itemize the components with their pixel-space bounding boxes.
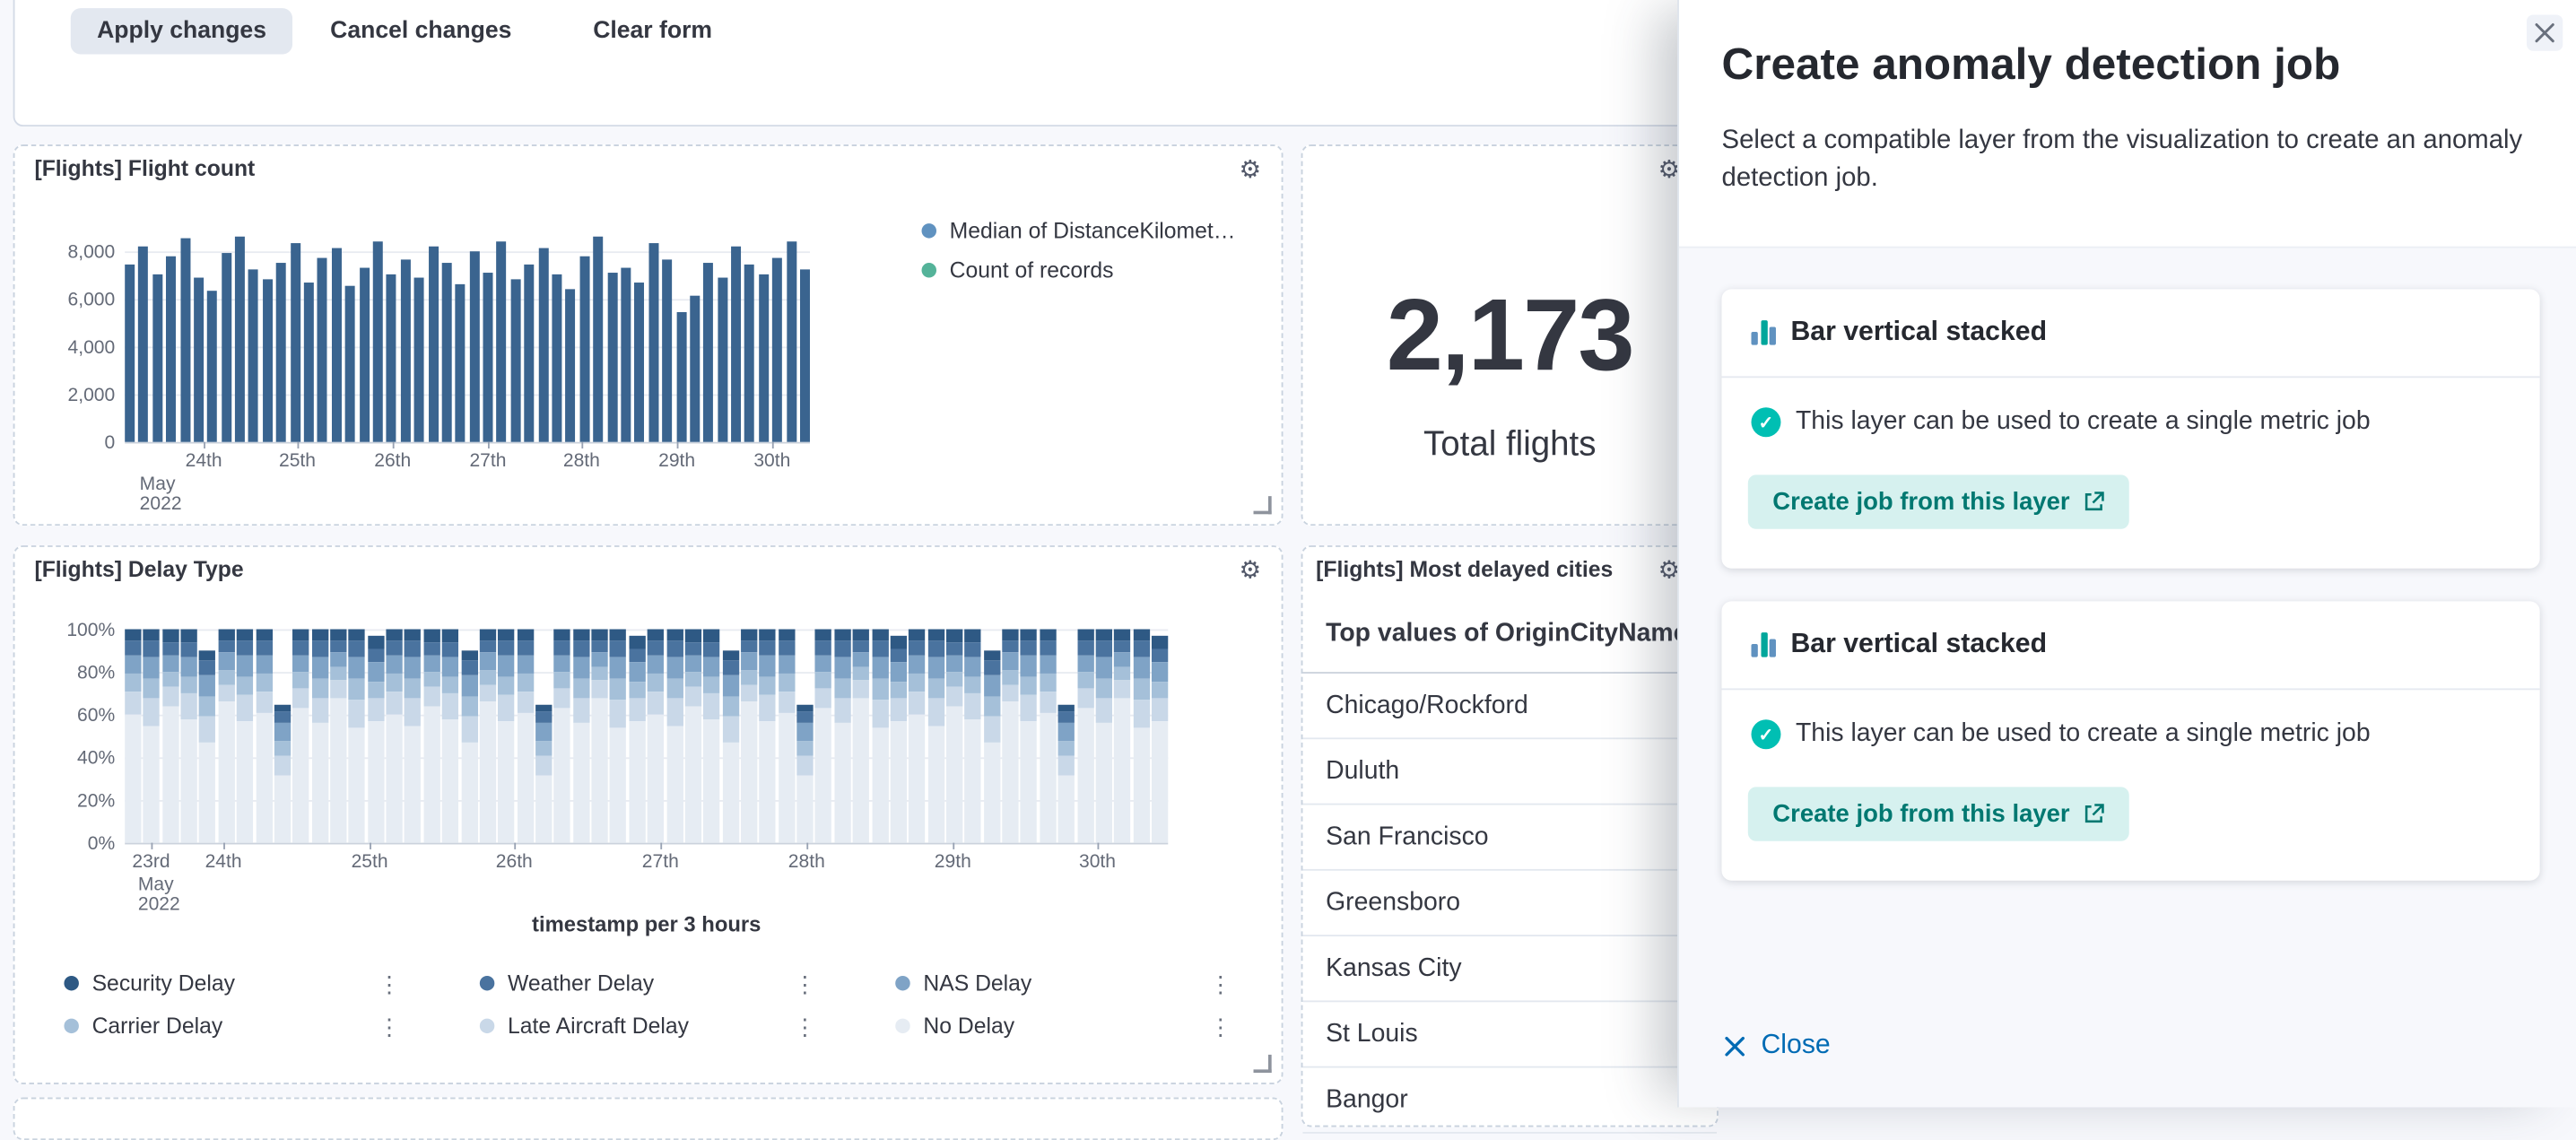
- legend-label: Weather Delay: [508, 970, 654, 995]
- external-link-icon: [2083, 492, 2104, 513]
- layer-compatibility-message: This layer can be used to create a singl…: [1796, 719, 2371, 749]
- legend-label: Security Delay: [92, 970, 235, 995]
- delay-type-plot[interactable]: [125, 630, 1168, 845]
- legend-label: NAS Delay: [923, 970, 1031, 995]
- flight-count-plot[interactable]: [125, 231, 810, 443]
- create-job-button[interactable]: Create job from this layer: [1748, 474, 2129, 528]
- table-row[interactable]: Duluth: [1302, 739, 1717, 805]
- legend-item[interactable]: Late Aircraft Delay ⋮: [480, 1014, 816, 1038]
- create-job-button[interactable]: Create job from this layer: [1748, 787, 2129, 840]
- kibana-dashboard: Apply changes Cancel changes Clear form …: [0, 0, 2576, 1107]
- total-flights-label: Total flights: [1302, 425, 1717, 465]
- layer-card: Bar vertical stacked ✓ This layer can be…: [1722, 289, 2540, 568]
- table-row[interactable]: Chicago/Rockford: [1302, 674, 1717, 739]
- table-column-header[interactable]: Top values of OriginCityName: [1326, 620, 1687, 649]
- total-flights-value: 2,173: [1302, 278, 1717, 395]
- layer-card: Bar vertical stacked ✓ This layer can be…: [1722, 601, 2540, 880]
- apply-changes-button[interactable]: Apply changes: [71, 8, 293, 54]
- legend-item[interactable]: Weather Delay ⋮: [480, 970, 816, 995]
- close-icon: [1723, 1034, 1746, 1057]
- panel-title[interactable]: [Flights] Most delayed cities: [1316, 557, 1613, 581]
- legend-label: No Delay: [923, 1014, 1014, 1038]
- delay-type-yaxis: 0%20%40%60%80%100%: [14, 630, 125, 843]
- legend-label: Count of records: [950, 258, 1114, 283]
- x-axis-start-date: May 2022: [140, 474, 182, 514]
- legend-label: Late Aircraft Delay: [508, 1014, 689, 1038]
- external-link-icon: [2083, 804, 2104, 825]
- x-axis-title: timestamp per 3 hours: [125, 912, 1168, 936]
- card-divider: [1722, 688, 2540, 690]
- panel-resize-handle[interactable]: [1254, 1055, 1272, 1073]
- flight-count-legend: Median of DistanceKilomet… Count of reco…: [922, 219, 1236, 283]
- legend-color-dot: [895, 1019, 909, 1033]
- x-axis-start-date: May 2022: [138, 875, 180, 915]
- legend-item[interactable]: Carrier Delay ⋮: [64, 1014, 400, 1038]
- card-divider: [1722, 376, 2540, 378]
- panel-settings-gear-icon[interactable]: ⚙: [1232, 152, 1268, 188]
- legend-color-dot: [480, 1019, 494, 1033]
- panel-title[interactable]: [Flights] Delay Type: [34, 557, 243, 581]
- legend-options-icon[interactable]: ⋮: [794, 971, 817, 995]
- panel-title[interactable]: [Flights] Flight count: [34, 156, 255, 180]
- panel-settings-gear-icon[interactable]: ⚙: [1232, 553, 1268, 589]
- delay-type-legend: Security Delay ⋮ Weather Delay ⋮ NAS Del…: [64, 970, 1231, 1038]
- legend-options-icon[interactable]: ⋮: [378, 1014, 401, 1038]
- layer-compatibility-message: This layer can be used to create a singl…: [1796, 407, 2371, 437]
- legend-options-icon[interactable]: ⋮: [378, 971, 401, 995]
- legend-label: Median of DistanceKilomet…: [950, 219, 1236, 243]
- flyout-close-footer-button[interactable]: Close: [1723, 1030, 1830, 1061]
- panel-most-delayed-cities: [Flights] Most delayed cities ⚙ Top valu…: [1301, 545, 1719, 1127]
- table-row[interactable]: San Francisco: [1302, 805, 1717, 870]
- table-row[interactable]: Bangor: [1302, 1068, 1717, 1134]
- flyout-body: Bar vertical stacked ✓ This layer can be…: [1679, 247, 2576, 1108]
- cancel-changes-button[interactable]: Cancel changes: [330, 8, 511, 54]
- legend-item[interactable]: NAS Delay ⋮: [895, 970, 1231, 995]
- delay-type-xaxis: 23rd24th25th26th27th28th29th30th: [125, 843, 1168, 918]
- clear-form-button[interactable]: Clear form: [593, 8, 712, 54]
- flight-count-xaxis: 24th25th26th27th28th29th30th: [125, 442, 810, 518]
- legend-item[interactable]: Median of DistanceKilomet…: [922, 219, 1236, 243]
- flyout-close-button[interactable]: [2527, 14, 2563, 50]
- close-icon: [2535, 23, 2554, 43]
- panel-delay-type: [Flights] Delay Type ⚙ 0%20%40%60%80%100…: [13, 545, 1284, 1084]
- legend-options-icon[interactable]: ⋮: [794, 1014, 817, 1038]
- panel-total-flights: ⚙ 2,173 Total flights: [1301, 144, 1719, 526]
- cities-table: Chicago/Rockford Duluth San Francisco Gr…: [1302, 674, 1717, 1134]
- bar-chart-icon: [1751, 632, 1775, 657]
- layer-title: Bar vertical stacked: [1790, 317, 2047, 348]
- legend-item[interactable]: Security Delay ⋮: [64, 970, 400, 995]
- legend-color-dot: [922, 223, 936, 238]
- legend-item[interactable]: Count of records: [922, 258, 1236, 283]
- legend-color-dot: [922, 263, 936, 277]
- panel-flight-count: [Flights] Flight count ⚙ 02,0004,0006,00…: [13, 144, 1284, 526]
- flight-count-yaxis: 02,0004,0006,0008,000: [14, 231, 125, 441]
- check-icon: ✓: [1751, 407, 1780, 437]
- legend-color-dot: [64, 1019, 78, 1033]
- legend-label: Carrier Delay: [92, 1014, 223, 1038]
- layer-title: Bar vertical stacked: [1790, 630, 2047, 661]
- legend-item[interactable]: No Delay ⋮: [895, 1014, 1231, 1038]
- table-row[interactable]: Kansas City: [1302, 936, 1717, 1002]
- table-row[interactable]: Greensboro: [1302, 871, 1717, 936]
- legend-color-dot: [64, 976, 78, 990]
- panel-resize-handle[interactable]: [1254, 496, 1272, 514]
- legend-color-dot: [895, 976, 909, 990]
- flyout-title: Create anomaly detection job: [1722, 39, 2341, 91]
- bar-chart-icon: [1751, 320, 1775, 344]
- flyout-description: Select a compatible layer from the visua…: [1722, 122, 2544, 197]
- legend-options-icon[interactable]: ⋮: [1209, 971, 1232, 995]
- check-icon: ✓: [1751, 719, 1780, 749]
- table-row[interactable]: St Louis: [1302, 1002, 1717, 1067]
- legend-color-dot: [480, 976, 494, 990]
- panel-partial-bottom: [13, 1098, 1284, 1140]
- legend-options-icon[interactable]: ⋮: [1209, 1014, 1232, 1038]
- create-anomaly-job-flyout: Create anomaly detection job Select a co…: [1677, 0, 2576, 1107]
